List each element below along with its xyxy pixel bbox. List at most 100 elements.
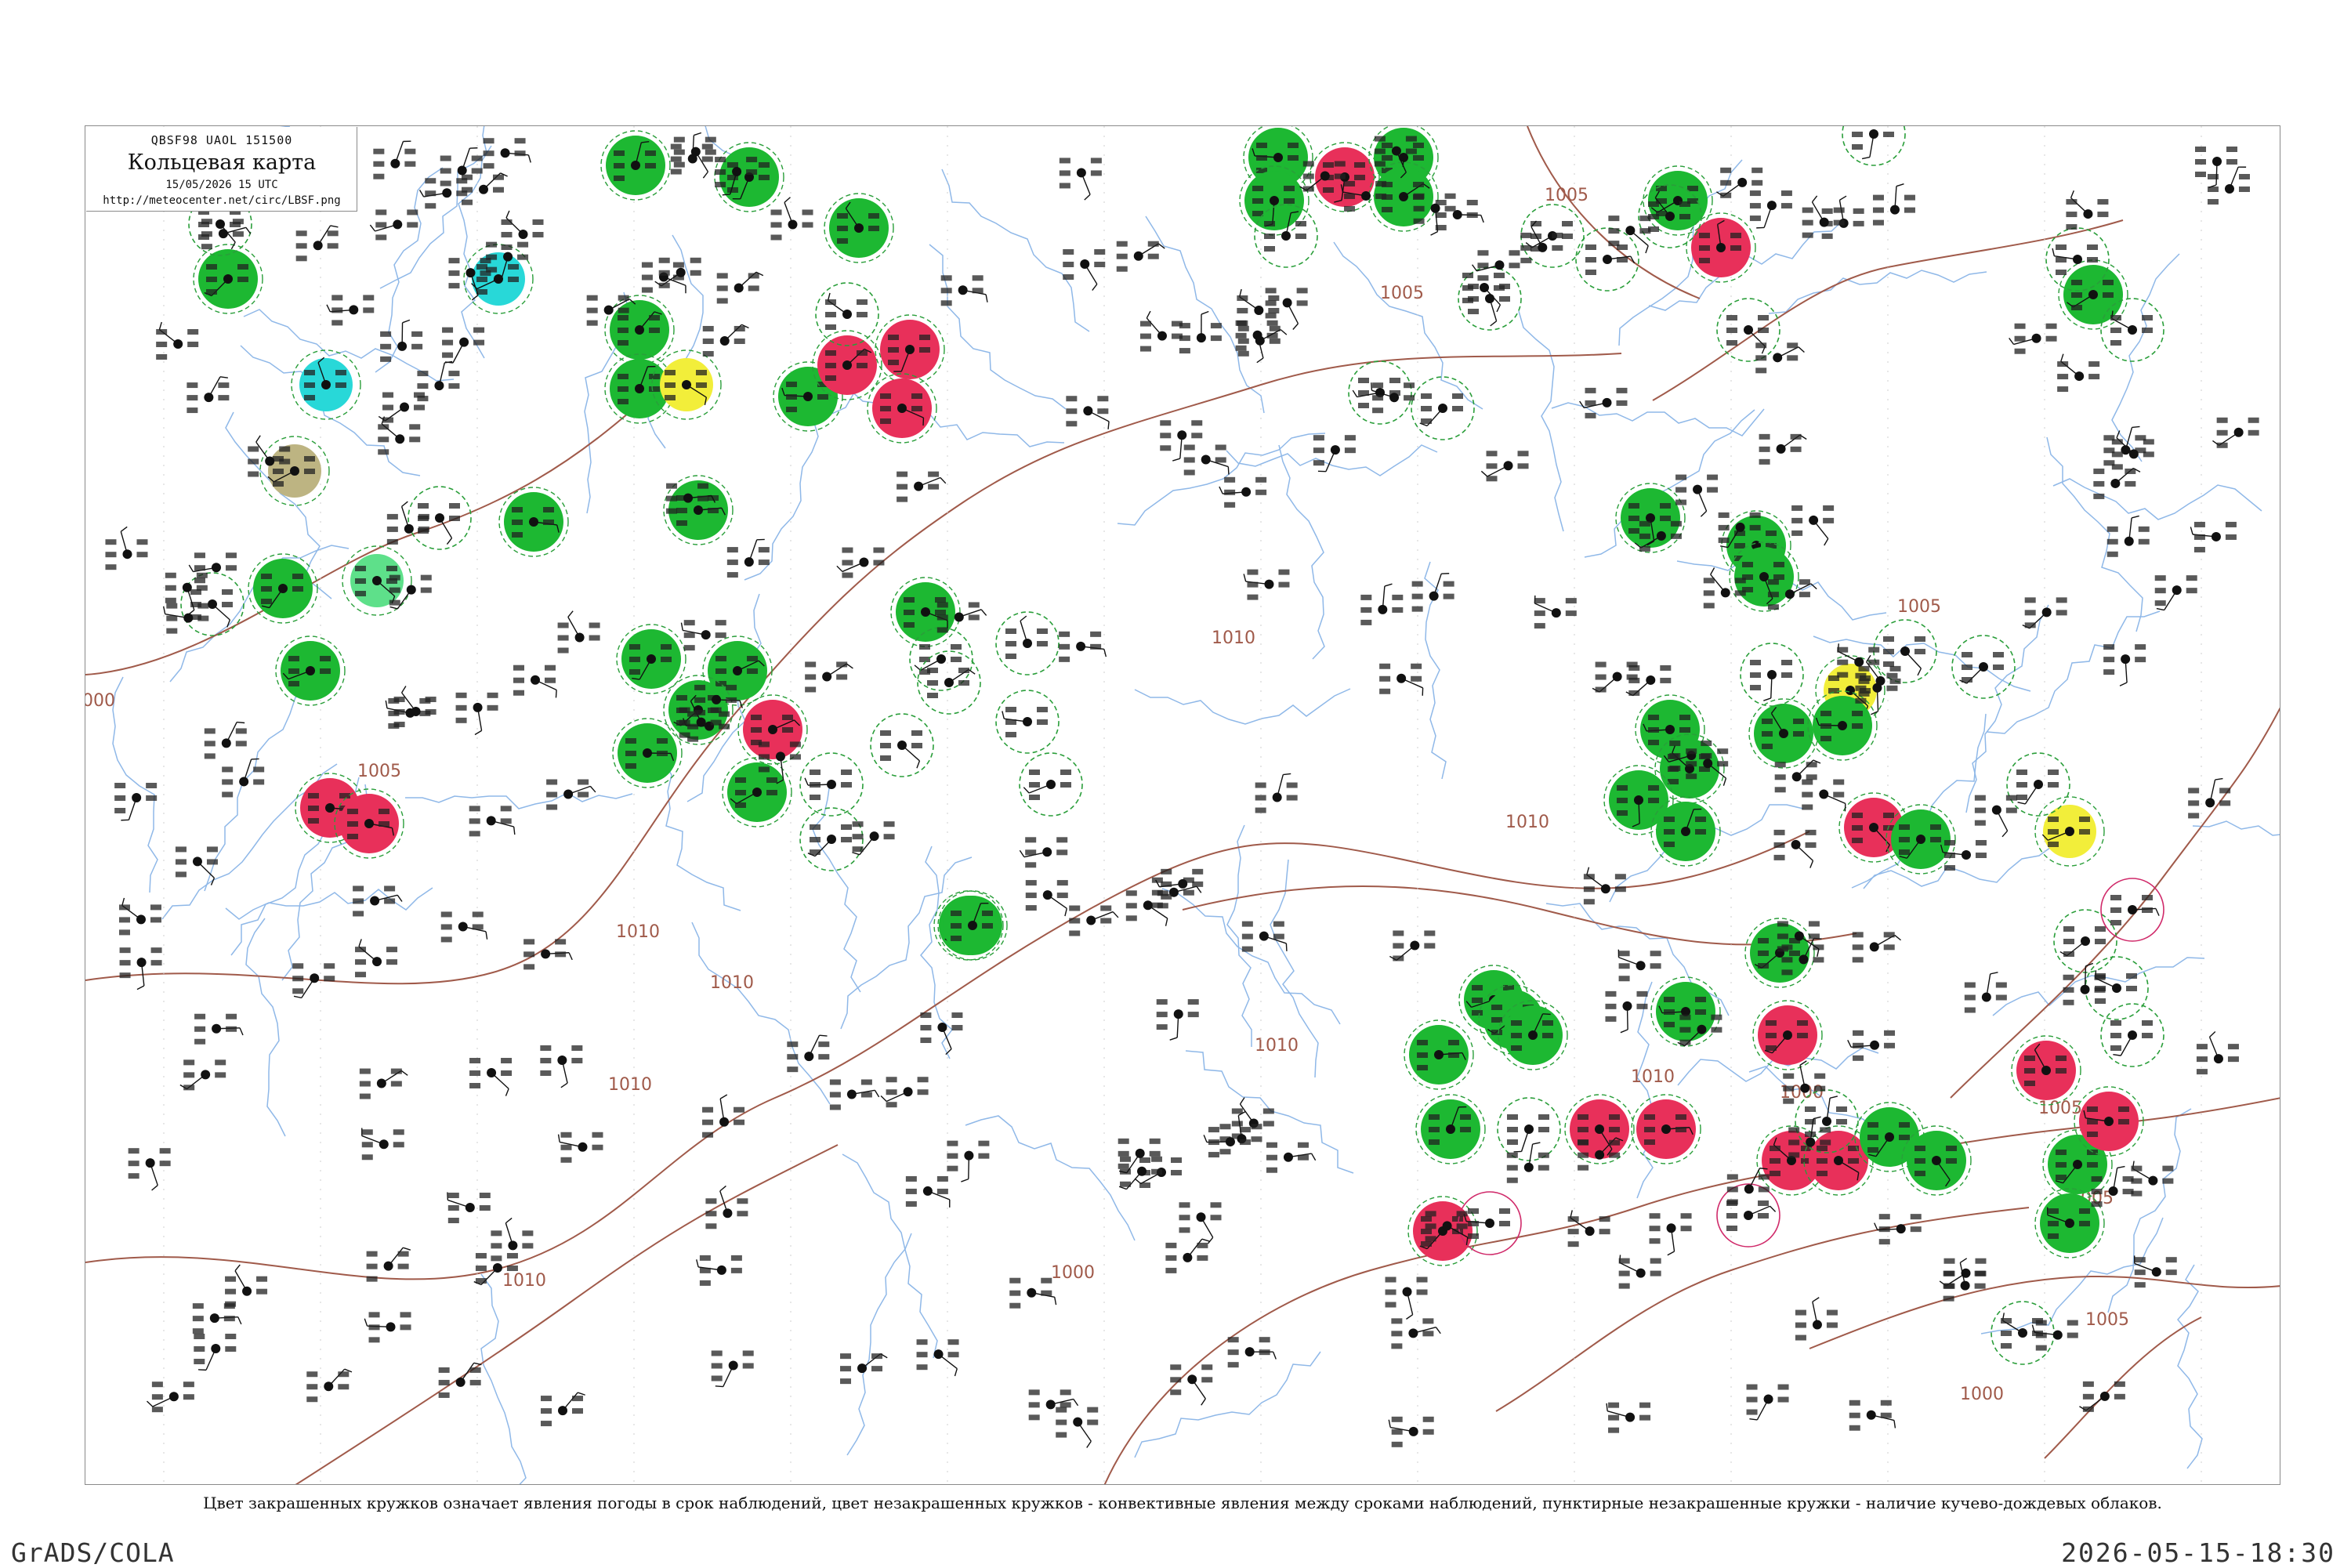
station-plot [1020,837,1067,867]
river [2193,821,2280,875]
station-plot [2107,516,2150,556]
isobar-label: 1000 [1960,1385,2004,1404]
isobar [1951,706,2280,1098]
station-plot [1717,299,1780,361]
map-frame: 1000100510101005101010051010101010101010… [85,125,2280,1485]
station-plot [1481,451,1528,481]
station-plot [164,603,209,634]
station-plot [499,487,568,556]
station-plot [723,758,792,827]
station-plot [727,539,770,578]
station-plot [1371,382,1415,413]
river [205,687,310,891]
station-plot [1952,636,2015,698]
station-plot [1179,1202,1222,1244]
station-plot [715,143,784,212]
isobars-layer: 1000100510101005101010051010101010101010… [85,126,2280,1485]
station-plot [601,131,670,200]
station-plot [2131,1161,2173,1197]
station-plot [1066,396,1109,429]
station-plot [1179,311,1222,353]
station-plot [1458,1192,1521,1255]
station-plot [1802,780,1846,812]
station-plot [373,141,415,179]
station-plot [1219,1112,1262,1155]
isobar-label: 1010 [1505,813,1549,832]
station-plot [1592,662,1638,693]
station-plot [1026,880,1068,916]
station-plot [469,1058,512,1096]
station-plot [1389,1417,1433,1447]
station-plot [276,636,345,705]
river [375,168,443,372]
isobar-label: 1000 [1051,1263,1095,1283]
station-plot [558,611,600,654]
isobar [2045,1317,2201,1458]
station-plot [1060,158,1102,200]
station-plot [613,719,682,788]
station-plot [193,1303,241,1334]
station-plot [1975,795,2017,837]
station-plot [1747,1385,1789,1420]
station-plot [1157,999,1199,1040]
station-plot [1498,1001,1567,1070]
station-plot [484,138,531,168]
station-plot [370,209,418,240]
station-plot [703,324,749,357]
station-plot [2035,1189,2104,1258]
station-plot [1842,126,1905,165]
station-plot [1727,1168,1770,1205]
station-plot [2012,1036,2081,1105]
station-plot [2023,597,2067,628]
station-plot [181,573,244,636]
station-plot [225,1265,267,1307]
river [1519,311,1563,531]
station-plot [1822,196,1864,239]
station-plot [2074,1087,2143,1156]
station-plot [642,263,686,294]
station-plot [447,1192,491,1223]
station-plot [222,759,264,797]
river [2053,479,2262,520]
station-plot [1238,326,1287,357]
station-plot [1745,918,1814,987]
river [1637,982,1653,1198]
river [842,1154,937,1358]
station-plot [187,377,229,413]
station-plot [327,295,374,325]
river [692,922,830,1104]
station-plot [1498,1098,1560,1161]
station-plot [1069,905,1118,936]
isobar [203,1145,838,1485]
station-plot [1755,342,1804,373]
station-plot [1184,444,1229,475]
station-plot [2155,575,2197,610]
station-plot [996,612,1059,675]
station-plot [2101,878,2164,941]
station-plot [2066,190,2108,230]
station-plot [1795,1298,1838,1341]
station-plot [938,891,1007,960]
station-plot [1750,190,1792,228]
station-plot [920,1012,962,1055]
station-plot [996,690,1059,753]
station-plot [540,1045,582,1088]
station-plot [824,194,893,263]
station-plot [2197,1031,2239,1074]
station-plot [1140,311,1183,352]
station-plot [292,963,335,998]
river [1769,270,1987,313]
station-plot [513,665,556,698]
station-plot [1941,840,1987,871]
station-plot [1618,950,1661,981]
station-plot [947,1141,989,1182]
station-plot [1873,184,1915,226]
isobar [1496,1208,2029,1411]
station-plot [2112,431,2154,470]
station-plot [2101,1004,2164,1066]
station-plot [2135,1255,2177,1287]
station-plot [1607,1403,1650,1433]
river [929,244,1066,409]
station-plot [1029,1389,1078,1420]
station-plot [1849,1400,1896,1431]
